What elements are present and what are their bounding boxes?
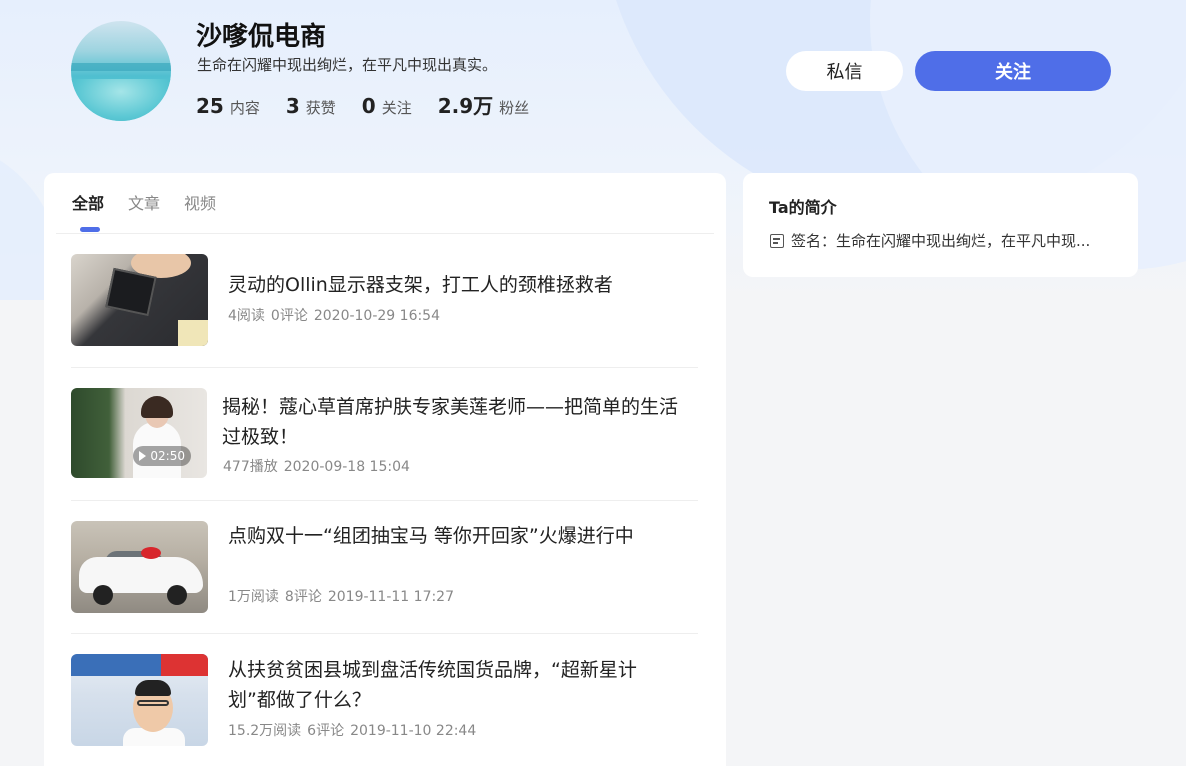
content-feed-card: 全部 文章 视频 灵动的Ollin显示器支架，打工人的颈椎拯救者 4阅读 0评论 2…	[44, 173, 726, 766]
active-tab-indicator	[80, 227, 100, 232]
video-duration: 02:50	[133, 446, 191, 466]
document-icon	[770, 234, 784, 248]
stat-label: 获赞	[305, 99, 336, 117]
stat-label: 内容	[229, 99, 260, 117]
signature-text: 签名：生命在闪耀中现出绚烂，在平凡中现...	[791, 232, 1091, 250]
publish-time: 2019-11-11 17:27	[327, 589, 455, 605]
stat-likes: 3 获赞	[286, 94, 336, 118]
article-title[interactable]: 点购双十一“组团抽宝马 等你开回家”火爆进行中	[228, 521, 648, 551]
profile-name: 沙嗲侃电商	[196, 22, 327, 52]
stat-number: 2.9万	[437, 94, 494, 118]
stat-number: 0	[361, 94, 376, 118]
comment-count: 0评论	[270, 308, 308, 324]
stat-following[interactable]: 0 关注	[362, 94, 412, 118]
divider	[56, 233, 714, 234]
video-meta: 477播放 2020-09-18 15:04	[223, 457, 416, 477]
article-title[interactable]: 从扶贫贫困县城到盘活传统国货品牌，“超新星计划”都做了什么？	[228, 655, 648, 715]
profile-bio: 生命在闪耀中现出绚烂，在平凡中现出真实。	[197, 56, 498, 74]
stat-number: 25	[196, 94, 224, 118]
stat-followers[interactable]: 2.9万 粉丝	[438, 90, 529, 119]
stat-label: 粉丝	[499, 99, 530, 117]
feed-item[interactable]: 02:50 揭秘！蔻心草首席护肤专家美莲老师——把简单的生活过极致！ 477播放…	[71, 368, 698, 501]
article-thumbnail[interactable]	[71, 654, 208, 746]
duration-text: 02:50	[150, 449, 185, 463]
tab-all[interactable]: 全部	[72, 193, 104, 215]
play-count: 477播放	[223, 459, 278, 475]
view-count: 4阅读	[228, 308, 265, 324]
tab-articles[interactable]: 文章	[128, 193, 160, 215]
publish-time: 2020-09-18 15:04	[283, 459, 410, 475]
content-tabs: 全部 文章 视频	[72, 193, 240, 215]
video-title[interactable]: 揭秘！蔻心草首席护肤专家美莲老师——把简单的生活过极致！	[222, 392, 692, 452]
video-thumbnail[interactable]: 02:50	[71, 388, 207, 478]
view-count: 1万阅读	[228, 589, 279, 605]
article-thumbnail[interactable]	[71, 521, 208, 613]
feed-item[interactable]: 灵动的Ollin显示器支架，打工人的颈椎拯救者 4阅读 0评论 2020-10-29…	[71, 254, 698, 368]
profile-stats: 25 内容 3 获赞 0 关注 2.9万 粉丝	[196, 90, 555, 120]
play-icon	[139, 451, 147, 461]
comment-count: 8评论	[284, 589, 322, 605]
tab-videos[interactable]: 视频	[184, 193, 216, 215]
feed-item[interactable]: 点购双十一“组团抽宝马 等你开回家”火爆进行中 1万阅读 8评论 2019-11-1…	[71, 501, 698, 634]
signature-row: 签名：生命在闪耀中现出绚烂，在平凡中现...	[770, 230, 1090, 252]
stat-content[interactable]: 25 内容	[196, 94, 260, 118]
follow-button[interactable]: 关注	[915, 51, 1111, 91]
intro-title: Ta的简介	[769, 198, 837, 217]
stat-label: 关注	[381, 99, 412, 117]
view-count: 15.2万阅读	[228, 723, 302, 739]
profile-intro-card: Ta的简介 签名：生命在闪耀中现出绚烂，在平凡中现...	[743, 173, 1138, 277]
publish-time: 2020-10-29 16:54	[313, 308, 441, 324]
article-meta: 4阅读 0评论 2020-10-29 16:54	[228, 306, 446, 326]
article-meta: 15.2万阅读 6评论 2019-11-10 22:44	[228, 721, 482, 741]
article-title[interactable]: 灵动的Ollin显示器支架，打工人的颈椎拯救者	[228, 270, 698, 300]
article-meta: 1万阅读 8评论 2019-11-11 17:27	[228, 587, 460, 607]
publish-time: 2019-11-10 22:44	[350, 723, 477, 739]
avatar[interactable]	[71, 21, 171, 121]
article-thumbnail[interactable]	[71, 254, 208, 346]
message-button[interactable]: 私信	[786, 51, 903, 91]
feed-item[interactable]: 从扶贫贫困县城到盘活传统国货品牌，“超新星计划”都做了什么？ 15.2万阅读 6评…	[71, 634, 698, 766]
stat-number: 3	[285, 94, 300, 118]
comment-count: 6评论	[307, 723, 345, 739]
